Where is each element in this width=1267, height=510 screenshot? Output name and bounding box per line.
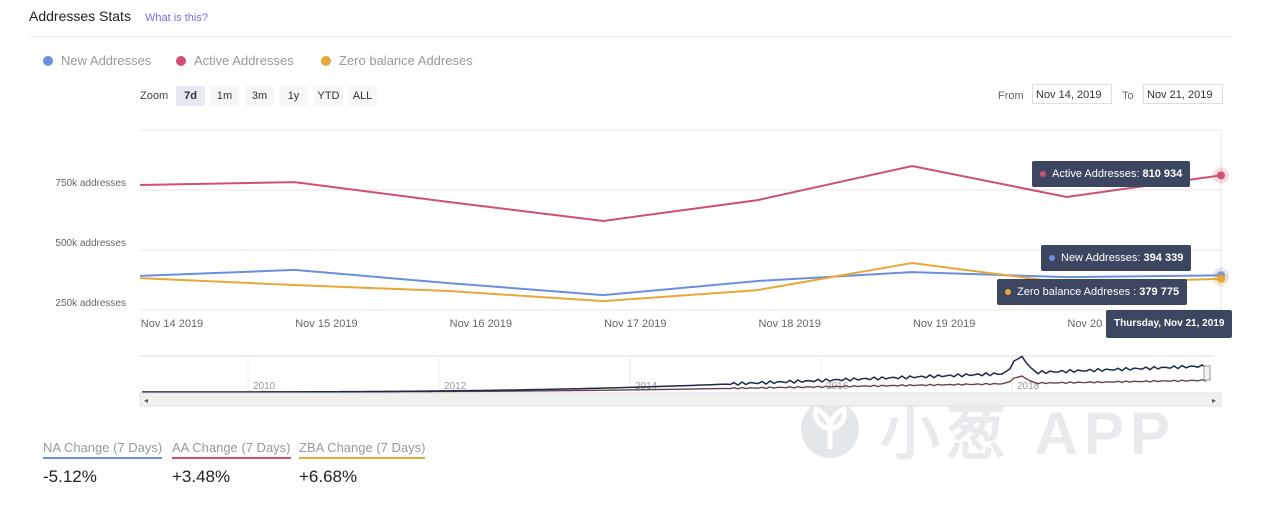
tooltip-date: Thursday, Nov 21, 2019 (1106, 310, 1233, 338)
navigator-scrollbar (139, 392, 1222, 407)
data-point (1217, 274, 1225, 283)
scroll-right-icon: ▸ (1212, 396, 1216, 405)
scroll-left-icon: ◂ (144, 396, 148, 405)
stat-aa-change: AA Change (7 Days) +3.48% (172, 440, 291, 487)
stat-value: +3.48% (172, 467, 231, 486)
x-tick-label: Nov 16 2019 (450, 318, 512, 330)
x-tick-label: Nov 18 2019 (759, 318, 821, 330)
tooltip-value: 810 934 (1142, 168, 1183, 180)
navigator-handle (1203, 365, 1211, 381)
navigator-year-label: 2010 (253, 381, 276, 392)
stat-label: AA Change (7 Days) (172, 440, 291, 459)
stat-value: +6.68% (299, 467, 358, 486)
y-tick-label: 250k addresses (55, 298, 126, 309)
tooltip-dot-icon (1040, 171, 1046, 178)
tooltip-label: New Addresses: (1061, 252, 1144, 264)
y-tick-label: 500k addresses (55, 238, 126, 249)
data-point (1217, 171, 1225, 180)
x-tick-label: Nov 17 2019 (604, 318, 666, 330)
x-tick-label: Nov 15 2019 (295, 318, 357, 330)
navigator-series (142, 355, 1207, 393)
tooltip-new: New Addresses: 394 339 (1041, 245, 1192, 271)
x-tick-label: Nov 14 2019 (141, 318, 203, 330)
stat-na-change: NA Change (7 Days) -5.12% (43, 440, 163, 487)
tooltip-active: Active Addresses: 810 934 (1032, 161, 1191, 187)
tooltip-zero-balance: Zero balance Addreses : 379 775 (997, 279, 1188, 305)
tooltip-dot-icon (1049, 255, 1055, 262)
stat-zba-change: ZBA Change (7 Days) +6.68% (299, 440, 426, 487)
navigator-series (142, 375, 1207, 393)
stat-label: ZBA Change (7 Days) (299, 440, 426, 459)
tooltip-dot-icon (1005, 289, 1011, 296)
tooltip-value: 379 775 (1139, 286, 1180, 298)
x-tick-label: Nov 19 2019 (913, 318, 975, 330)
tooltip-label: Active Addresses: (1052, 168, 1143, 180)
y-tick-label: 750k addresses (55, 178, 126, 189)
line-chart: 250k addresses 500k addresses 750k address… (55, 129, 1229, 407)
stat-label: NA Change (7 Days) (43, 440, 163, 459)
tooltip-value: 394 339 (1143, 252, 1184, 264)
tooltip-label: Zero balance Addreses : (1017, 286, 1140, 298)
stat-value: -5.12% (43, 467, 97, 486)
